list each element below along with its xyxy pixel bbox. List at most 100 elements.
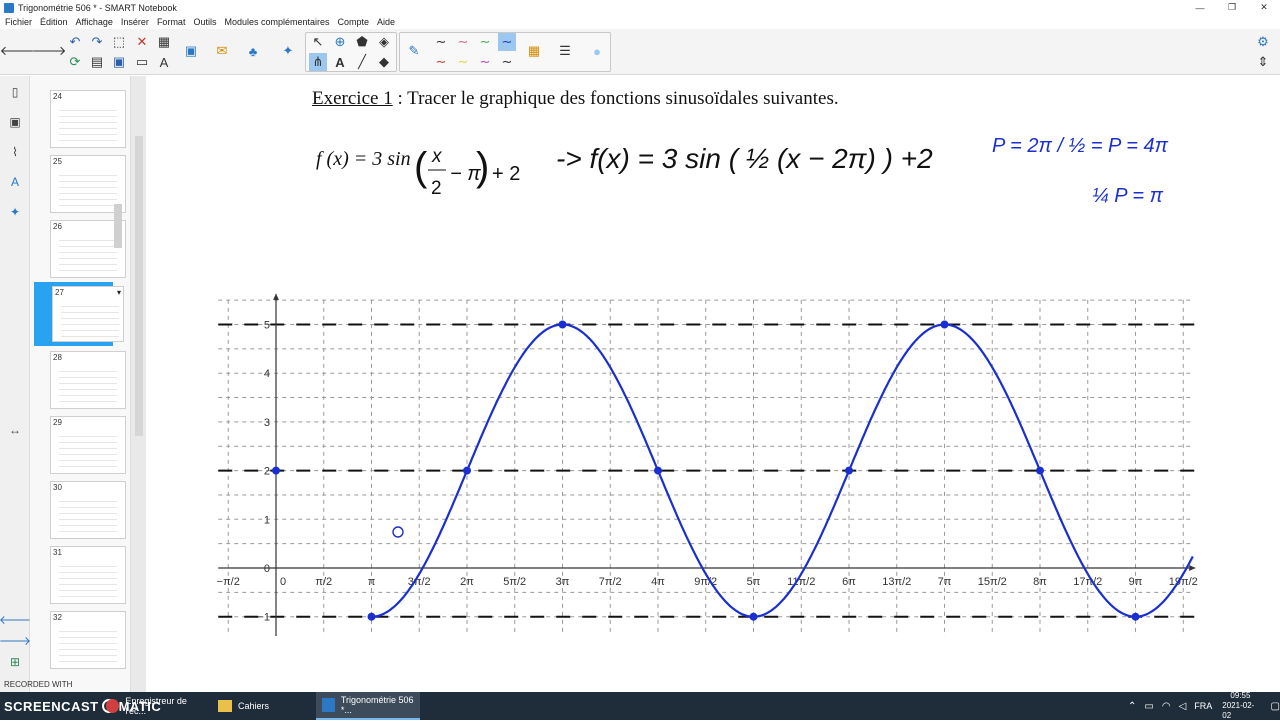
x-axis-arrow xyxy=(1189,565,1196,571)
page-thumbnail-selected[interactable]: 27 ▾ xyxy=(52,286,124,342)
forward-arrow-icon[interactable]: 🡒 xyxy=(32,42,67,60)
taskbar-app-recorder[interactable]: Enregistreur de l'éc... xyxy=(100,692,206,720)
menu-format[interactable]: Format xyxy=(157,17,186,27)
resize-icon[interactable]: ↔ xyxy=(7,422,23,438)
delete-icon[interactable]: ✕ xyxy=(133,33,151,51)
exercise-text: : Tracer le graphique des fonctions sinu… xyxy=(392,88,839,109)
taskbar-app-cahiers[interactable]: Cahiers xyxy=(212,692,312,720)
add-page-icon[interactable]: ⬚ xyxy=(110,33,128,51)
pen-blue-icon[interactable]: ∼ xyxy=(498,33,516,51)
magnify-icon[interactable]: ⊕ xyxy=(331,33,349,51)
battery-icon[interactable]: ▭ xyxy=(1144,701,1153,712)
page-thumbnail[interactable]: 32 xyxy=(50,611,126,669)
x-tick-label: 2π xyxy=(460,576,474,588)
undo-icon[interactable]: ↶ xyxy=(66,33,84,51)
pen-icon[interactable]: ⋔ xyxy=(309,53,327,71)
document-icon[interactable]: ▤ xyxy=(88,53,106,71)
fill-effect-icon[interactable]: ● xyxy=(588,42,606,60)
menu-aide[interactable]: Aide xyxy=(377,17,395,27)
panel-divider[interactable] xyxy=(130,76,146,692)
shape-icon[interactable]: ⬟ xyxy=(353,33,371,51)
pen-pink-icon[interactable]: ∼ xyxy=(454,33,472,51)
properties-icon[interactable]: A xyxy=(7,174,23,190)
volume-icon[interactable]: ◁ xyxy=(1179,701,1187,712)
language-indicator[interactable]: FRA xyxy=(1194,701,1212,711)
add-page-side-icon[interactable]: ⊞ xyxy=(7,654,23,670)
redo-icon[interactable]: ↷ xyxy=(88,33,106,51)
canvas-scrollbar[interactable] xyxy=(1270,76,1280,692)
menu-modules[interactable]: Modules complémentaires xyxy=(224,17,329,27)
handwriting-period-eq: P = 2π / ½ = P = 4π xyxy=(992,135,1169,157)
x-tick-label: 9π xyxy=(1129,576,1143,588)
title-bar: Trigonométrie 506 * - SMART Notebook — ❐… xyxy=(0,0,1280,15)
notebook-icon xyxy=(322,698,335,712)
network-icon[interactable]: ◠ xyxy=(1162,701,1171,712)
y-tick-label: 2 xyxy=(264,466,270,478)
page-thumbnail[interactable]: 30 xyxy=(50,481,126,539)
pen-red-icon[interactable]: ∼ xyxy=(432,53,450,71)
pen-black-icon[interactable]: ∼ xyxy=(432,33,450,51)
prev-page-icon[interactable]: 🡐 xyxy=(0,611,31,627)
pen-yellow-icon[interactable]: ∼ xyxy=(454,53,472,71)
eraser-icon[interactable]: ◆ xyxy=(375,53,393,71)
settings-gear-icon[interactable]: ⚙ xyxy=(1254,33,1272,51)
page-thumbnail[interactable]: 24 xyxy=(50,90,126,148)
attachments-icon[interactable]: ⌇ xyxy=(7,144,23,160)
line-style-icon[interactable]: ☰ xyxy=(556,42,574,60)
menu-edition[interactable]: Édition xyxy=(40,17,68,27)
key-point xyxy=(1036,466,1044,475)
paste-icon[interactable]: ▭ xyxy=(133,53,151,71)
key-point xyxy=(272,466,280,475)
key-point xyxy=(940,320,949,329)
notifications-icon[interactable]: ▢ xyxy=(1271,701,1280,712)
add-on-icon[interactable]: ✦ xyxy=(279,42,297,60)
magic-pen-icon[interactable]: ✎ xyxy=(405,42,423,60)
line-icon[interactable]: ╱ xyxy=(353,53,371,71)
next-page-icon[interactable]: 🡒 xyxy=(0,632,31,648)
maximize-button[interactable]: ❐ xyxy=(1216,0,1248,15)
menu-bar: Fichier Édition Affichage Insérer Format… xyxy=(0,15,1280,29)
addons-icon[interactable]: ✦ xyxy=(7,204,23,220)
table-icon[interactable]: ▦ xyxy=(155,33,173,51)
menu-fichier[interactable]: Fichier xyxy=(5,17,32,27)
menu-affichage[interactable]: Affichage xyxy=(76,17,113,27)
pen-magenta-icon[interactable]: ∼ xyxy=(476,53,494,71)
thumb-menu-icon[interactable]: ▾ xyxy=(117,288,121,297)
close-button[interactable]: ✕ xyxy=(1248,0,1280,15)
page-sorter-scrollbar[interactable] xyxy=(114,204,122,248)
screencast-label: SCREENCAST xyxy=(4,698,99,714)
menu-compte[interactable]: Compte xyxy=(338,17,370,27)
pen-dashed-icon[interactable]: ∼ xyxy=(498,53,516,71)
taskbar-app3-label: Trigonométrie 506 *... xyxy=(340,695,414,715)
back-arrow-icon[interactable]: 🡐 xyxy=(0,42,34,60)
whiteboard-canvas[interactable]: Exercice 1 : Tracer le graphique des fon… xyxy=(146,76,1266,692)
gallery-icon[interactable]: ▣ xyxy=(7,114,23,130)
response-icon[interactable]: ♣ xyxy=(244,42,262,60)
text-icon[interactable]: A xyxy=(331,53,349,71)
menu-inserer[interactable]: Insérer xyxy=(121,17,149,27)
clock[interactable]: 09:55 2021-02-02 xyxy=(1222,691,1258,721)
tray-chevron-icon[interactable]: ⌃ xyxy=(1128,701,1136,712)
minimize-button[interactable]: — xyxy=(1184,0,1216,15)
toolbar-move-icon[interactable]: ⇕ xyxy=(1254,53,1272,71)
save-icon[interactable]: ▣ xyxy=(110,53,128,71)
page-sorter-icon[interactable]: ▯ xyxy=(7,84,23,100)
select-icon[interactable]: ↖ xyxy=(309,33,327,51)
key-point xyxy=(845,466,853,475)
menu-outils[interactable]: Outils xyxy=(193,17,216,27)
screen-shade-icon[interactable]: ▣ xyxy=(182,42,200,60)
taskbar-app-notebook[interactable]: Trigonométrie 506 *... xyxy=(316,692,420,720)
ocr-icon[interactable]: A xyxy=(155,53,173,71)
key-point xyxy=(654,466,662,475)
fill-icon[interactable]: ◈ xyxy=(375,33,393,51)
x-tick-label: 0 xyxy=(280,576,286,588)
page-thumbnail[interactable]: 31 xyxy=(50,546,126,604)
pen-green-icon[interactable]: ∼ xyxy=(476,33,494,51)
folder-icon xyxy=(218,700,232,712)
sync-icon[interactable]: ⟳ xyxy=(66,53,84,71)
color-palette-icon[interactable]: ▦ xyxy=(525,42,543,60)
page-thumbnail[interactable]: 29 xyxy=(50,416,126,474)
measure-icon[interactable]: ✉ xyxy=(213,42,231,60)
page-thumbnail[interactable]: 28 xyxy=(50,351,126,409)
key-point xyxy=(558,320,567,329)
